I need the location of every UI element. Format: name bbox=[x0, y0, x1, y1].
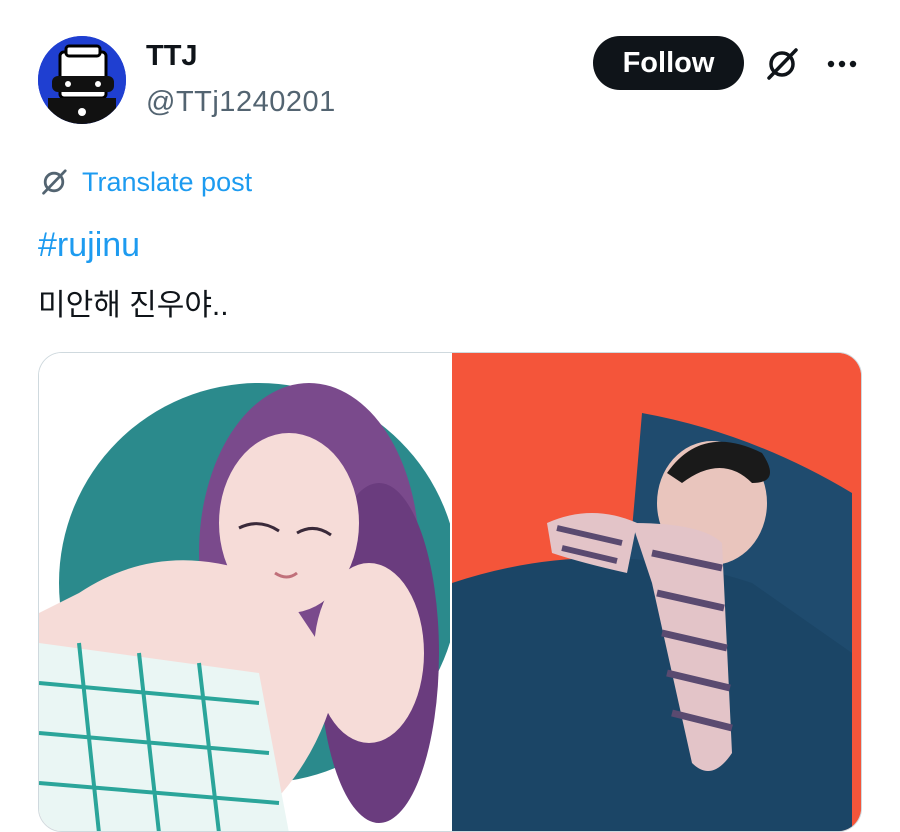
translate-post-link[interactable]: Translate post bbox=[38, 164, 252, 200]
translate-post-label: Translate post bbox=[82, 166, 253, 197]
avatar[interactable] bbox=[38, 36, 126, 124]
media-image-1[interactable] bbox=[39, 353, 459, 831]
more-dots-icon[interactable] bbox=[822, 44, 862, 84]
follow-button[interactable]: Follow bbox=[593, 36, 744, 90]
author-display-name[interactable]: TTJ bbox=[146, 40, 198, 73]
media-image-2[interactable] bbox=[452, 353, 861, 831]
illustration-woman bbox=[39, 353, 459, 831]
avatar-illustration bbox=[38, 36, 126, 124]
media-grid bbox=[38, 352, 862, 832]
illustration-man bbox=[452, 353, 861, 831]
author-handle[interactable]: @TTj1240201 bbox=[146, 86, 336, 119]
hashtag-link[interactable]: #rujinu bbox=[38, 226, 140, 265]
grok-slash-icon[interactable] bbox=[762, 44, 802, 84]
post-text: 미안해 진우야.. bbox=[38, 289, 229, 322]
grok-slash-icon bbox=[42, 169, 67, 195]
